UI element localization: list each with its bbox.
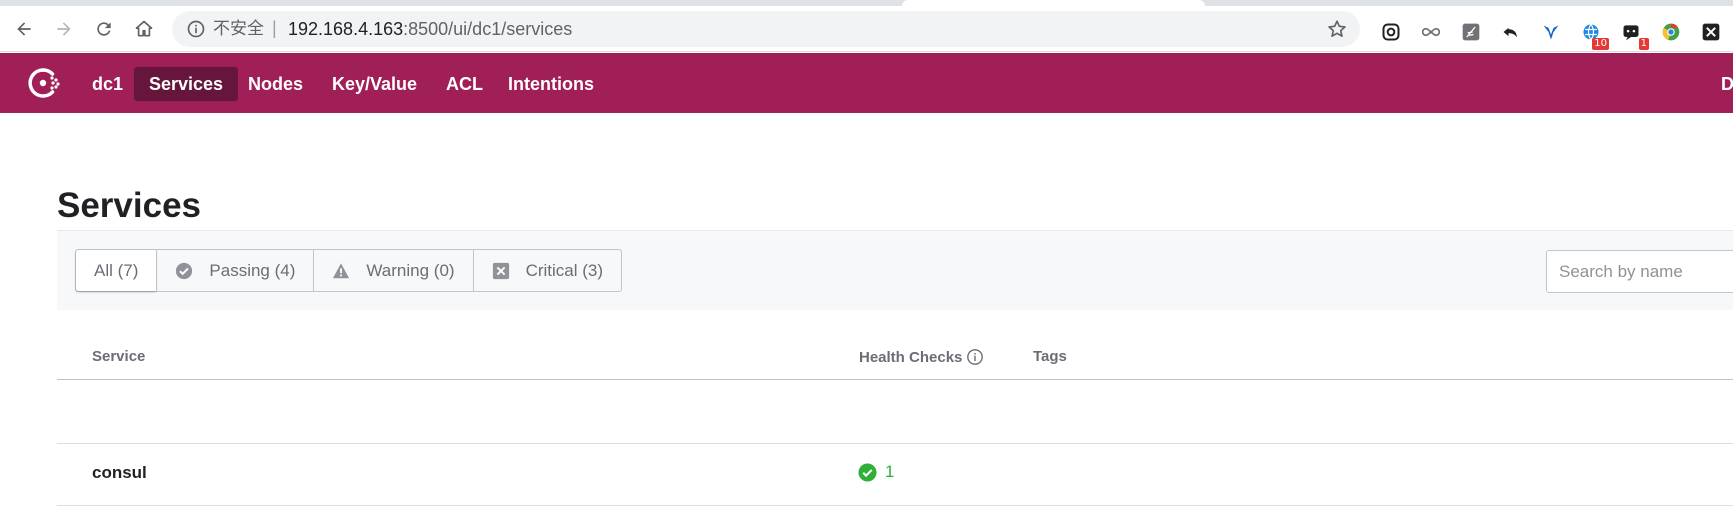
- passing-count: 1: [885, 462, 895, 481]
- x-ext-icon[interactable]: [1700, 21, 1722, 43]
- chrome-ext-icon[interactable]: [1660, 21, 1682, 43]
- column-tags: Tags: [1033, 348, 1067, 365]
- bird-ext-icon[interactable]: [1540, 21, 1562, 43]
- feather-ext-icon[interactable]: [1460, 21, 1482, 43]
- critical-x-icon: [492, 262, 509, 279]
- info-circle-icon[interactable]: [966, 348, 984, 366]
- infinity-ext-icon[interactable]: [1420, 21, 1442, 43]
- forward-button[interactable]: [50, 15, 78, 43]
- filter-bar: All (7) Passing (4) Warning (0) Critical…: [57, 230, 1733, 310]
- warning-triangle-icon: [333, 262, 350, 278]
- browser-toolbar: 不安全 | 192.168.4.163:8500/ui/dc1/services…: [0, 6, 1733, 52]
- page-title: Services: [57, 186, 202, 225]
- filter-warning-label: Warning (0): [366, 260, 455, 280]
- filter-all-label: All (7): [94, 260, 139, 280]
- column-service: Service: [92, 348, 146, 365]
- camera-ext-icon[interactable]: [1380, 21, 1402, 43]
- filter-all[interactable]: All (7): [76, 250, 157, 291]
- reload-button[interactable]: [90, 15, 118, 43]
- address-bar[interactable]: 不安全 | 192.168.4.163:8500/ui/dc1/services: [172, 11, 1360, 47]
- nav-intentions[interactable]: Intentions: [493, 67, 609, 101]
- check-circle-icon: [176, 262, 193, 279]
- info-icon[interactable]: [186, 19, 206, 39]
- security-label: 不安全: [213, 19, 264, 39]
- url-separator: |: [272, 18, 277, 38]
- consul-logo-icon[interactable]: [26, 66, 62, 100]
- nav-right-item[interactable]: D: [1721, 67, 1733, 101]
- filter-critical-label: Critical (3): [525, 260, 604, 280]
- search-input[interactable]: [1546, 250, 1733, 293]
- table-header: Service Health Checks Tags: [57, 340, 1733, 380]
- nav-acl[interactable]: ACL: [431, 67, 498, 101]
- service-name[interactable]: consul: [92, 463, 147, 483]
- url-host: 192.168.4.163: [288, 19, 404, 39]
- forward-arrow-icon: [57, 22, 71, 36]
- globe-ext-icon[interactable]: 10: [1580, 21, 1609, 50]
- globe-ext-badge: 10: [1592, 38, 1609, 50]
- passing-check-icon: [858, 462, 877, 482]
- reload-icon: [97, 22, 111, 36]
- back-button[interactable]: [10, 15, 38, 43]
- url-text[interactable]: 192.168.4.163:8500/ui/dc1/services: [288, 19, 572, 39]
- filter-critical[interactable]: Critical (3): [472, 250, 621, 291]
- column-health-checks: Health Checks: [859, 348, 984, 366]
- health-passing-count: 1: [858, 462, 894, 482]
- nav-nodes[interactable]: Nodes: [233, 67, 318, 101]
- filter-warning[interactable]: Warning (0): [313, 250, 472, 291]
- datacenter-selector[interactable]: dc1: [77, 67, 138, 101]
- home-button[interactable]: [130, 15, 158, 43]
- health-filter-group: All (7) Passing (4) Warning (0) Critical…: [75, 249, 623, 292]
- filter-passing-label: Passing (4): [209, 260, 296, 280]
- filter-passing[interactable]: Passing (4): [156, 250, 313, 291]
- consul-header: dc1 Services Nodes Key/Value ACL Intenti…: [0, 53, 1733, 113]
- bookmark-star-icon[interactable]: [1326, 18, 1348, 40]
- column-health-checks-label: Health Checks: [859, 348, 963, 366]
- nav-services[interactable]: Services: [134, 67, 239, 101]
- nav-key-value[interactable]: Key/Value: [317, 67, 432, 101]
- back-arrow-icon: [17, 22, 31, 36]
- url-path: :8500/ui/dc1/services: [403, 19, 573, 39]
- row-divider: [57, 505, 1733, 506]
- chat-ext-badge: 1: [1638, 38, 1649, 50]
- undo-ext-icon[interactable]: [1500, 21, 1522, 43]
- home-icon: [135, 20, 153, 37]
- table-row[interactable]: consul 1: [57, 444, 1733, 505]
- chat-ext-icon[interactable]: 1: [1620, 21, 1649, 50]
